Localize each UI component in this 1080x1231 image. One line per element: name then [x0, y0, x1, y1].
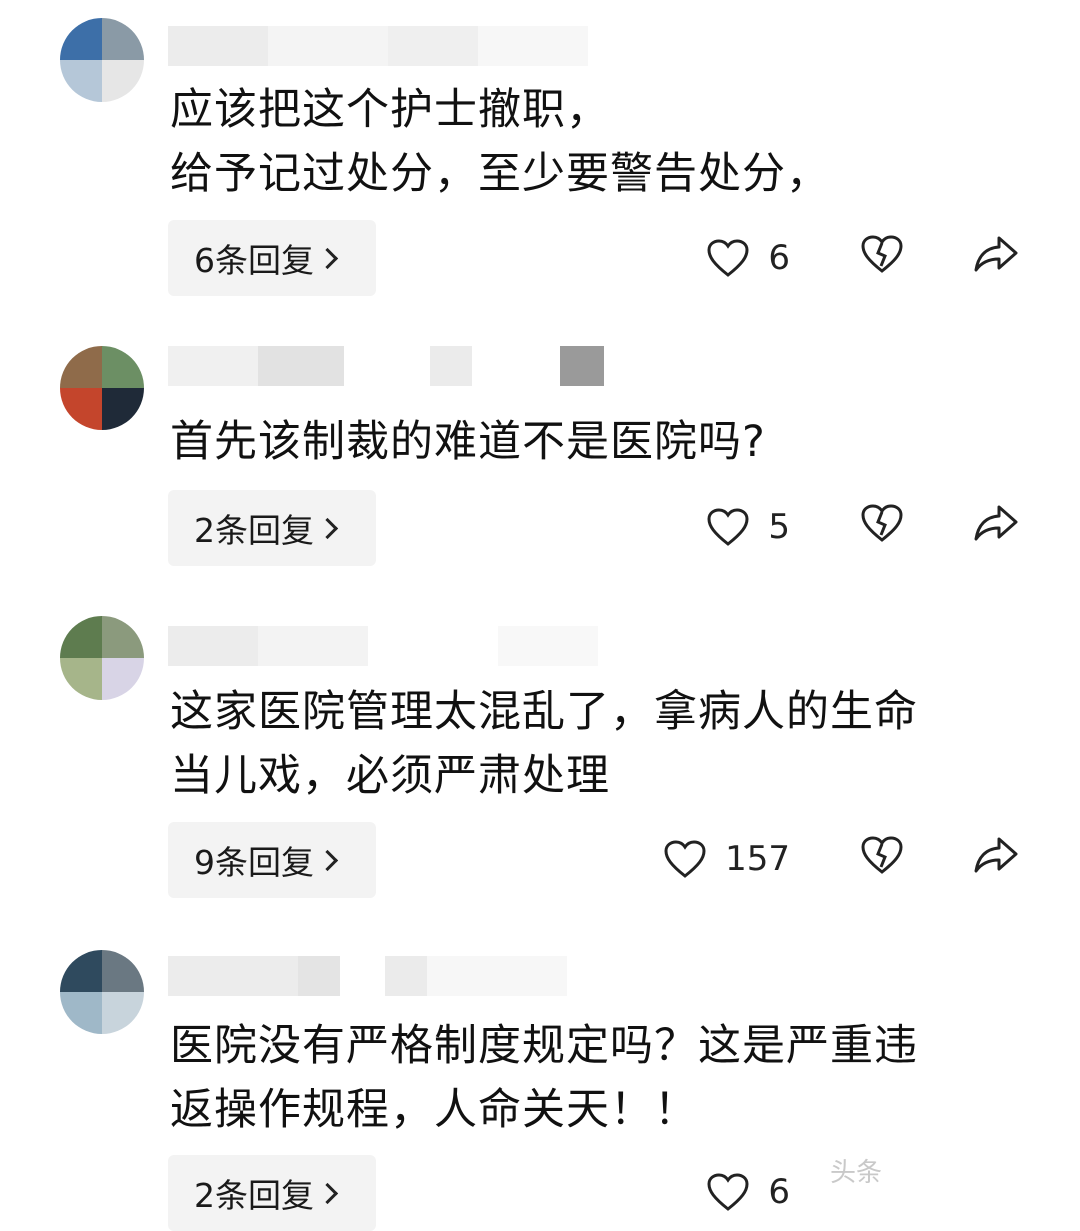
like-button[interactable]: 6 [706, 1162, 790, 1222]
comment-actions: 5 [0, 497, 1080, 557]
share-button[interactable] [970, 228, 1022, 280]
avatar-tile [60, 616, 102, 658]
blur-block [168, 626, 258, 666]
like-button[interactable]: 5 [706, 497, 790, 557]
username-redacted[interactable] [168, 26, 608, 66]
username-redacted[interactable] [168, 956, 608, 996]
blur-block [340, 956, 385, 996]
share-button[interactable] [970, 497, 1022, 549]
avatar[interactable] [60, 616, 144, 700]
blur-block [168, 956, 298, 996]
comment-text: 首先该制裁的难道不是医院吗? [170, 417, 766, 467]
avatar-tile [60, 388, 102, 430]
share-icon [974, 837, 1018, 873]
avatar-tile [102, 950, 144, 992]
avatar-tile [102, 60, 144, 102]
avatar-tile [60, 60, 102, 102]
avatar-tile [60, 950, 102, 992]
blur-block [268, 26, 388, 66]
avatar[interactable] [60, 950, 144, 1034]
share-icon [974, 236, 1018, 272]
avatar-tile [102, 346, 144, 388]
blur-block [385, 956, 427, 996]
dislike-button[interactable] [856, 829, 908, 881]
avatar-tile [102, 18, 144, 60]
like-count: 157 [725, 839, 790, 879]
blur-block [168, 26, 268, 66]
blur-block [560, 346, 604, 386]
like-count: 6 [768, 1172, 790, 1212]
heart-icon [707, 1173, 749, 1211]
blur-block [258, 626, 368, 666]
blur-block [388, 26, 478, 66]
blur-block [478, 26, 588, 66]
broken-heart-icon [861, 235, 903, 273]
broken-heart-icon [861, 836, 903, 874]
like-button[interactable]: 157 [663, 829, 790, 889]
blur-block [168, 346, 258, 386]
dislike-button[interactable] [856, 497, 908, 549]
avatar-tile [102, 658, 144, 700]
comment-text: 应该把这个护士撤职， 给予记过处分，至少要警告处分， [170, 85, 830, 199]
like-count: 5 [768, 507, 790, 547]
avatar-tile [60, 992, 102, 1034]
blur-block [298, 956, 340, 996]
like-button[interactable]: 6 [706, 228, 790, 288]
comment-actions: 6 [0, 228, 1080, 288]
watermark: 头条 [830, 1158, 883, 1188]
blur-block [344, 346, 430, 386]
avatar-tile [102, 992, 144, 1034]
blur-block [472, 346, 560, 386]
blur-block [368, 626, 498, 666]
dislike-button[interactable] [856, 228, 908, 280]
blur-block [430, 346, 472, 386]
blur-block [498, 626, 598, 666]
comment-actions: 157 [0, 829, 1080, 889]
username-redacted[interactable] [168, 626, 608, 666]
blur-block [258, 346, 344, 386]
heart-icon [707, 508, 749, 546]
share-icon [974, 505, 1018, 541]
heart-icon [707, 239, 749, 277]
comment-text: 这家医院管理太混乱了，拿病人的生命 当儿戏，必须严肃处理 [170, 687, 918, 801]
username-redacted[interactable] [168, 346, 608, 386]
avatar-tile [102, 616, 144, 658]
avatar-tile [60, 346, 102, 388]
share-button[interactable] [970, 829, 1022, 881]
heart-icon [664, 840, 706, 878]
avatar[interactable] [60, 346, 144, 430]
comment-actions: 6 [0, 1162, 1080, 1222]
broken-heart-icon [861, 504, 903, 542]
like-count: 6 [768, 238, 790, 278]
comment-text: 医院没有严格制度规定吗？这是严重违 返操作规程，人命关天！！ [170, 1021, 918, 1135]
avatar-tile [60, 658, 102, 700]
avatar[interactable] [60, 18, 144, 102]
blur-block [427, 956, 567, 996]
avatar-tile [60, 18, 102, 60]
avatar-tile [102, 388, 144, 430]
